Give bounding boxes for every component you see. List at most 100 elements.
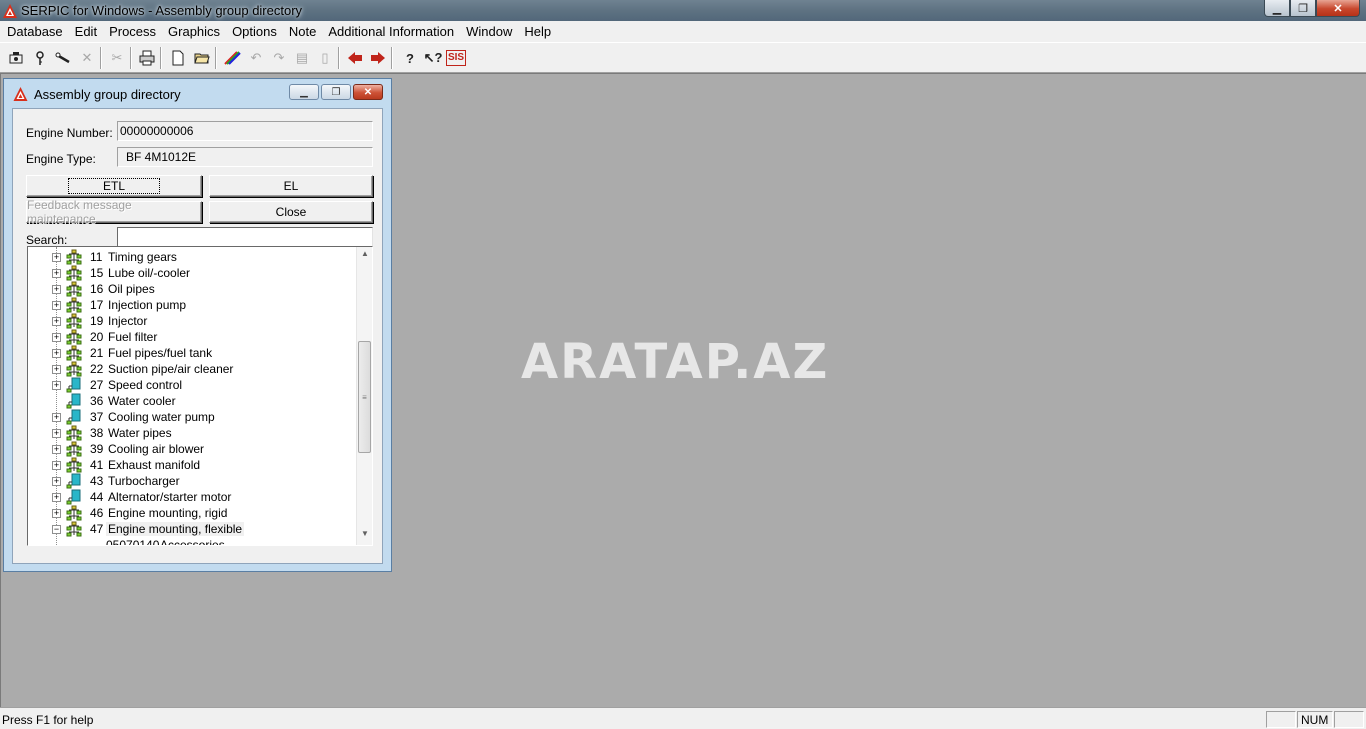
expand-icon[interactable]: + (52, 301, 61, 310)
tree-item[interactable]: +20 Fuel filter (28, 329, 358, 345)
tree-item-number: 27 (90, 378, 104, 392)
color-pencil-icon[interactable] (221, 47, 243, 69)
tree-item-number: 38 (90, 426, 104, 440)
menu-note[interactable]: Note (283, 24, 322, 39)
menu-bar: Database Edit Process Graphics Options N… (0, 21, 1366, 42)
cut-icon[interactable]: ✂ (106, 47, 128, 69)
expand-icon[interactable]: + (52, 317, 61, 326)
print-icon[interactable] (136, 47, 158, 69)
tree-item[interactable]: +39 Cooling air blower (28, 441, 358, 457)
tree-item-name: Lube oil/-cooler (108, 266, 191, 280)
assembly-icon (66, 329, 82, 345)
open-folder-icon[interactable] (191, 47, 213, 69)
tree-item[interactable]: +21 Fuel pipes/fuel tank (28, 345, 358, 361)
tree-item[interactable]: +17 Injection pump (28, 297, 358, 313)
menu-window[interactable]: Window (460, 24, 518, 39)
expand-icon[interactable]: + (52, 509, 61, 518)
menu-edit[interactable]: Edit (69, 24, 103, 39)
tree-item-number: 43 (90, 474, 104, 488)
search-input[interactable] (117, 227, 373, 247)
expand-icon[interactable]: + (52, 381, 61, 390)
expand-icon[interactable]: + (52, 269, 61, 278)
tree-item[interactable]: +44 Alternator/starter motor (28, 489, 358, 505)
frame-icon[interactable]: ▤ (291, 47, 313, 69)
page-icon[interactable]: ▯ (314, 47, 336, 69)
help-icon[interactable]: ? (399, 47, 421, 69)
tree-item[interactable]: − 47 Engine mounting, flexible (28, 521, 358, 537)
tree-item[interactable]: +15 Lube oil/-cooler (28, 265, 358, 281)
expand-icon[interactable]: + (52, 461, 61, 470)
tree-item[interactable]: +38 Water pipes (28, 425, 358, 441)
menu-database[interactable]: Database (1, 24, 69, 39)
engine-type-field: BF 4M1012E (117, 147, 373, 167)
tree-item-number: 36 (90, 394, 104, 408)
expand-icon[interactable]: + (52, 285, 61, 294)
sis-icon[interactable]: SIS (445, 47, 467, 69)
scroll-down-icon[interactable]: ▼ (359, 529, 371, 543)
tree-item-number: 21 (90, 346, 104, 360)
expand-icon[interactable]: + (52, 493, 61, 502)
assembly-group-tree[interactable]: +11 Timing gears +15 Lube oil/-cooler +16 Oil… (27, 246, 373, 546)
tree-item[interactable]: +43 Turbocharger (28, 473, 358, 489)
feedback-message-maintenance-button[interactable]: Feedback message maintenance (26, 198, 202, 226)
tree-child-item[interactable]: 05070140 Accessories (28, 537, 358, 546)
status-pane-caps (1266, 711, 1296, 728)
tree-item[interactable]: +16 Oil pipes (28, 281, 358, 297)
motor-icon[interactable] (5, 47, 27, 69)
tree-item[interactable]: +27 Speed control (28, 377, 358, 393)
expand-icon[interactable]: + (52, 413, 61, 422)
tree-child-number: 05070140 (106, 538, 160, 546)
tree-item-name: Fuel pipes/fuel tank (108, 346, 213, 360)
engine-number-field: 00000000006 (117, 121, 373, 141)
app-title-bar: SERPIC for Windows - Assembly group dire… (0, 0, 1366, 21)
close-window-button[interactable]: ✕ (1316, 0, 1360, 17)
context-help-icon[interactable]: ↖? (422, 47, 444, 69)
tree-item-number: 17 (90, 298, 104, 312)
assembly-icon (66, 425, 82, 441)
expand-icon[interactable]: + (52, 349, 61, 358)
etl-button[interactable]: ETL (26, 175, 202, 197)
key-icon[interactable] (29, 47, 51, 69)
delete-icon[interactable]: ✕ (76, 47, 98, 69)
tree-item-number: 16 (90, 282, 104, 296)
part-icon (66, 489, 81, 505)
menu-options[interactable]: Options (226, 24, 283, 39)
tree-item[interactable]: +41 Exhaust manifold (28, 457, 358, 473)
menu-process[interactable]: Process (103, 24, 162, 39)
menu-help[interactable]: Help (518, 24, 557, 39)
expand-icon[interactable]: + (52, 429, 61, 438)
expand-icon[interactable]: + (52, 477, 61, 486)
app-title: SERPIC for Windows - Assembly group dire… (21, 3, 303, 18)
child-restore-button[interactable]: ❐ (321, 84, 351, 100)
scroll-thumb[interactable]: ≡ (358, 341, 371, 453)
tree-item[interactable]: +11 Timing gears (28, 249, 358, 265)
restore-button[interactable]: ❐ (1290, 0, 1316, 17)
scroll-up-icon[interactable]: ▲ (359, 249, 371, 263)
expand-icon[interactable]: + (52, 333, 61, 342)
collapse-icon[interactable]: − (52, 525, 61, 534)
child-minimize-button[interactable]: ▁ (289, 84, 319, 100)
menu-graphics[interactable]: Graphics (162, 24, 226, 39)
redo-icon[interactable]: ↷ (268, 47, 290, 69)
tree-scrollbar[interactable]: ▲ ≡ ▼ (356, 247, 372, 545)
tree-item[interactable]: 36 Water cooler (28, 393, 358, 409)
minimize-button[interactable]: ▁ (1264, 0, 1290, 17)
expand-icon[interactable]: + (52, 253, 61, 262)
tree-item-name: Alternator/starter motor (108, 490, 232, 504)
tree-item-name: Water pipes (108, 426, 172, 440)
expand-icon[interactable]: + (52, 445, 61, 454)
arrow-right-icon[interactable] (367, 47, 389, 69)
child-close-button[interactable]: ✕ (353, 84, 383, 100)
close-button[interactable]: Close (209, 201, 373, 223)
new-document-icon[interactable] (167, 47, 189, 69)
tree-item[interactable]: +22 Suction pipe/air cleaner (28, 361, 358, 377)
tree-item[interactable]: +19 Injector (28, 313, 358, 329)
tree-item[interactable]: +46 Engine mounting, rigid (28, 505, 358, 521)
menu-additional-information[interactable]: Additional Information (322, 24, 460, 39)
expand-icon[interactable]: + (52, 365, 61, 374)
wrench-icon[interactable] (52, 47, 74, 69)
arrow-left-icon[interactable] (344, 47, 366, 69)
el-button[interactable]: EL (209, 175, 373, 197)
tree-item[interactable]: +37 Cooling water pump (28, 409, 358, 425)
undo-icon[interactable]: ↶ (245, 47, 267, 69)
